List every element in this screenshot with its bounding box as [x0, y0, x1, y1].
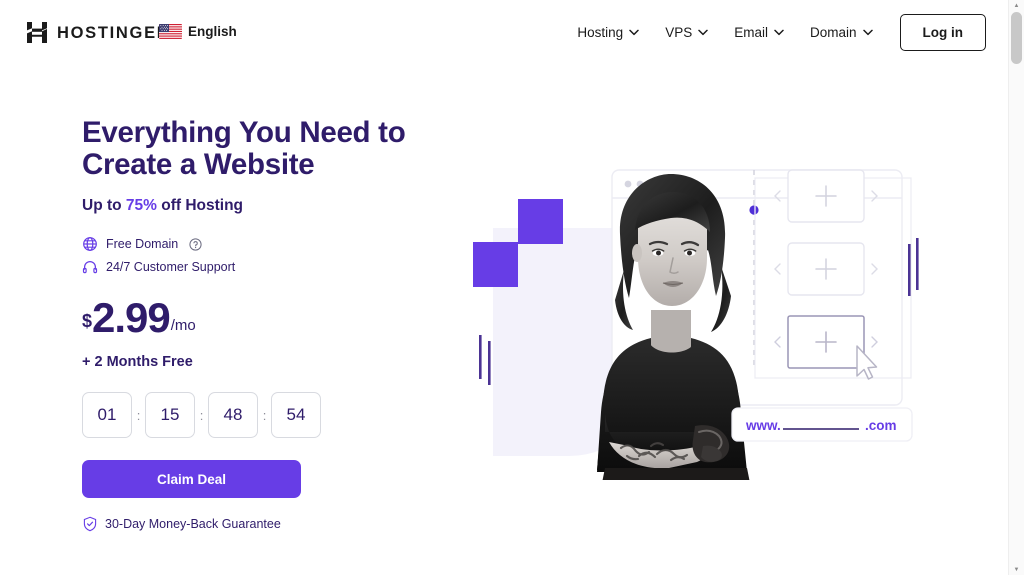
feature-label: 24/7 Customer Support: [106, 260, 236, 275]
countdown-separator: :: [262, 407, 267, 423]
feature-customer-support: 24/7 Customer Support: [82, 259, 412, 275]
guide-handle-dot[interactable]: [749, 205, 759, 215]
promo-prefix: Up to: [82, 197, 126, 215]
countdown-minutes: 48: [208, 392, 258, 439]
domain-search-bar[interactable]: www. .com: [731, 407, 913, 442]
vertical-scrollbar[interactable]: ▲ ▼: [1008, 0, 1024, 575]
countdown-timer: 01 : 15 : 48 : 54: [82, 392, 412, 439]
domain-prefix-label: www.: [745, 418, 781, 433]
domain-suffix-label: .com: [865, 418, 897, 433]
chevron-down-icon: [862, 29, 873, 36]
guarantee-label: 30-Day Money-Back Guarantee: [105, 517, 281, 532]
nav-item-label: Domain: [809, 25, 857, 40]
hostinger-h-logo-icon: [26, 21, 48, 45]
price-period: /mo: [170, 317, 196, 335]
scrollbar-thumb[interactable]: [1011, 12, 1022, 64]
months-free-label: + 2 Months Free: [82, 354, 193, 371]
countdown-separator: :: [199, 407, 204, 423]
promo-subheadline: Up to 75% off Hosting: [82, 197, 412, 215]
nav-item-label: VPS: [665, 25, 693, 40]
chevron-down-icon: [629, 29, 639, 36]
scrollbar-up-arrow[interactable]: ▲: [1009, 0, 1024, 11]
feature-free-domain: Free Domain: [82, 236, 412, 252]
vertical-accent-bars-left: [479, 335, 491, 385]
headline-line-1: Everything You Need to: [82, 116, 406, 149]
price-currency: $: [82, 311, 93, 332]
card-placeholder-1[interactable]: [774, 169, 878, 223]
chevron-down-icon: [698, 29, 708, 36]
hero-illustration: www. .com: [455, 150, 925, 490]
countdown-days: 01: [82, 392, 132, 439]
feature-label: Free Domain: [106, 237, 179, 252]
promo-discount: 75%: [125, 197, 157, 215]
feature-list: Free Domain 24/7 Customer Support: [82, 236, 412, 275]
card-placeholder-2[interactable]: [774, 242, 878, 296]
headset-icon: [82, 259, 98, 275]
nav-item-email[interactable]: Email: [721, 15, 797, 50]
nav-item-label: Email: [734, 25, 768, 40]
globe-icon: [82, 236, 98, 252]
promo-suffix: off Hosting: [156, 197, 244, 215]
countdown-seconds: 54: [271, 392, 321, 439]
us-flag-icon: [159, 24, 182, 39]
feature-info-tooltip-trigger[interactable]: [186, 238, 202, 251]
money-back-guarantee: 30-Day Money-Back Guarantee: [82, 516, 412, 532]
page-title: Everything You Need to Create a Website: [82, 117, 412, 180]
scrollbar-down-arrow[interactable]: ▼: [1009, 564, 1024, 575]
shield-check-icon: [82, 516, 98, 532]
chevron-down-icon: [774, 29, 784, 36]
vertical-accent-bars-right: [908, 238, 919, 296]
hero-content: Everything You Need to Create a Website …: [82, 117, 412, 532]
headline-line-2: Create a Website: [82, 147, 315, 181]
login-button[interactable]: Log in: [899, 14, 986, 51]
nav-item-vps[interactable]: VPS: [652, 15, 721, 50]
price-amount: 2.99: [92, 294, 171, 342]
brand-name: HOSTINGER: [57, 23, 171, 42]
language-selector[interactable]: English: [159, 24, 237, 39]
price-block: $ 2.99 /mo: [82, 297, 412, 339]
page-viewport: HOSTINGER English Hosting VPS Email Doma…: [0, 0, 1008, 575]
browser-page: HOSTINGER English Hosting VPS Email Doma…: [0, 0, 1024, 575]
claim-deal-button[interactable]: Claim Deal: [82, 460, 301, 499]
countdown-hours: 15: [145, 392, 195, 439]
language-label: English: [188, 24, 237, 39]
brand-logo[interactable]: HOSTINGER: [26, 21, 170, 45]
countdown-separator: :: [136, 407, 141, 423]
nav-item-label: Hosting: [577, 25, 624, 40]
nav-item-domain[interactable]: Domain: [797, 15, 886, 50]
nav-item-hosting[interactable]: Hosting: [564, 15, 652, 50]
main-navigation: Hosting VPS Email Domain Log in: [564, 14, 986, 51]
site-header: HOSTINGER English Hosting VPS Email Doma…: [0, 0, 1008, 66]
